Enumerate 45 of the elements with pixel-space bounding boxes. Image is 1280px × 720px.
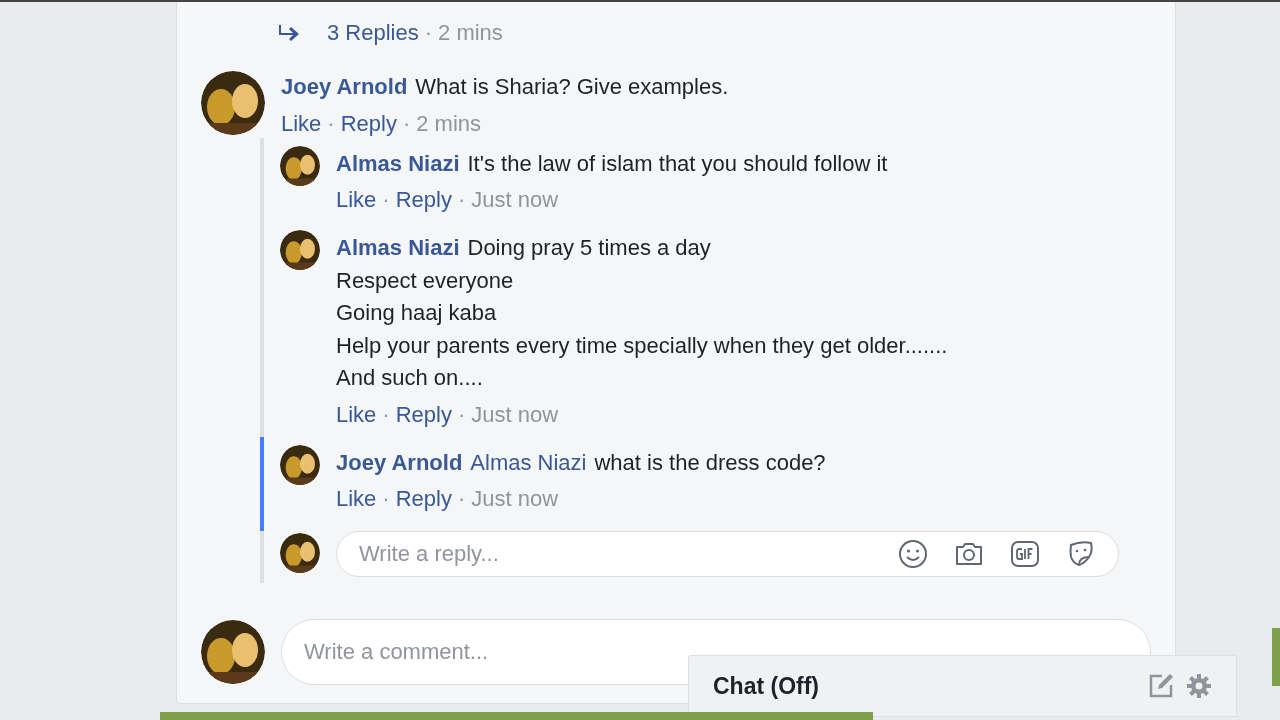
chat-bar[interactable]: Chat (Off) — [688, 655, 1237, 717]
reply-arrow-icon — [277, 23, 301, 43]
action-link[interactable]: Like — [336, 184, 377, 216]
reply-author[interactable]: Almas Niazi — [336, 150, 460, 176]
reply-text: Respect everyone — [336, 267, 514, 293]
separator-dot: · — [457, 186, 466, 214]
replies-link[interactable]: 3 Replies — [327, 20, 419, 46]
separator-dot: · — [402, 109, 411, 138]
action-link[interactable]: Reply — [395, 483, 452, 515]
action-link[interactable]: Like — [336, 398, 377, 431]
timestamp: Just now — [471, 186, 559, 214]
action-link[interactable]: Like — [336, 483, 377, 515]
scrollbar-thumb[interactable] — [1272, 628, 1280, 686]
action-link[interactable]: Reply — [395, 398, 452, 431]
separator-dot: · — [382, 400, 390, 429]
reply-text: Doing pray 5 times a day — [467, 235, 711, 260]
emoji-icon[interactable] — [897, 538, 929, 570]
reply-text: It's the law of islam that you should follow it — [467, 150, 888, 176]
reply-text: And such on.... — [336, 365, 483, 390]
reply-author[interactable]: Joey Arnold — [336, 449, 463, 475]
action-link[interactable]: Reply — [340, 107, 397, 140]
mention-link[interactable]: Almas Niazi — [470, 449, 587, 475]
action-link[interactable]: Like — [281, 107, 322, 140]
separator-dot: · — [382, 485, 390, 513]
comment-author[interactable]: Joey Arnold — [281, 74, 408, 99]
timestamp: 2 mins — [416, 109, 482, 138]
separator-dot: · — [424, 20, 433, 46]
reply-author[interactable]: Almas Niazi — [336, 235, 460, 260]
compose-icon[interactable] — [1148, 673, 1174, 699]
scrollbar-thumb[interactable] — [160, 712, 873, 720]
comment-text: What is Sharia? Give examples. — [415, 74, 729, 99]
gif-icon[interactable] — [1009, 538, 1041, 570]
separator-dot: · — [327, 109, 335, 138]
timestamp: Just now — [471, 400, 559, 429]
reply-field[interactable]: Write a reply... — [336, 531, 1119, 577]
reply-text: Help your parents every time specially when they get older....... — [336, 332, 948, 358]
settings-icon[interactable] — [1186, 673, 1212, 699]
separator-dot: · — [457, 485, 466, 513]
reply-text: what is the dress code? — [594, 449, 826, 475]
separator-dot: · — [382, 186, 390, 214]
reply-text: Going haaj kaba — [336, 300, 497, 325]
timestamp: Just now — [471, 485, 559, 513]
action-link[interactable]: Reply — [395, 184, 452, 216]
timestamp: 2 mins — [438, 20, 503, 46]
separator-dot: · — [457, 400, 466, 429]
